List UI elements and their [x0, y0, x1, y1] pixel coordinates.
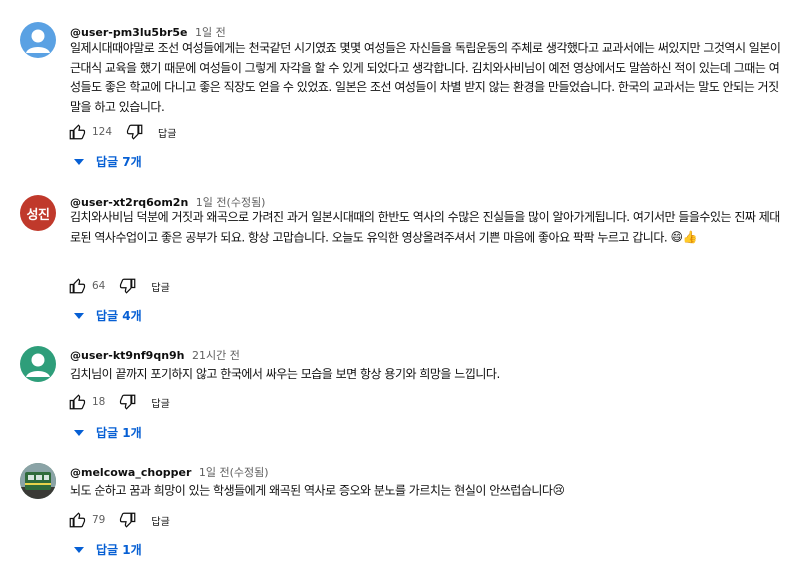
caret-down-icon — [74, 158, 84, 166]
avatar-initials: 성진 — [26, 207, 50, 223]
author-name[interactable]: @user-kt9nf9qn9h — [70, 349, 185, 362]
default-user-icon — [26, 353, 50, 377]
default-user-icon — [26, 29, 50, 53]
thumbs-up-icon — [69, 512, 86, 528]
author-name[interactable]: @melcowa_chopper — [70, 466, 191, 479]
like-button[interactable] — [68, 393, 86, 411]
comment-actions: 18 답글 — [68, 392, 170, 412]
replies-count-label: 답글 4개 — [96, 309, 142, 323]
comment-text-content: 뇌도 순하고 꿈과 희망이 있는 학생들에게 왜곡된 역사로 증오와 분노를 가… — [70, 483, 553, 498]
comment-time[interactable]: 1일 전 — [195, 26, 226, 39]
comment-text: 뇌도 순하고 꿈과 희망이 있는 학생들에게 왜곡된 역사로 증오와 분노를 가… — [70, 481, 782, 501]
comment-header: @user-pm3lu5br5e 1일 전 — [70, 24, 226, 40]
view-replies-button[interactable]: 답글 1개 — [74, 541, 142, 558]
like-button[interactable] — [68, 123, 86, 141]
caret-down-icon — [74, 429, 84, 437]
dislike-button[interactable] — [119, 511, 137, 529]
comment-text: 김치님이 끝까지 포기하지 않고 한국에서 싸우는 모습을 보면 항상 용기와 … — [70, 367, 500, 381]
view-replies-button[interactable]: 답글 4개 — [74, 307, 142, 324]
comment-actions: 79 답글 — [68, 510, 170, 530]
emoji: 😄👍 — [670, 229, 698, 244]
dislike-button[interactable] — [119, 393, 137, 411]
comment-text: 김치와사비님 덕분에 거짓과 왜곡으로 가려진 과거 일본시대때의 한반도 역사… — [70, 208, 782, 247]
avatar[interactable] — [20, 463, 56, 499]
caret-down-icon — [74, 546, 84, 554]
comment-actions: 64 답글 — [68, 276, 170, 296]
comment-header: @melcowa_chopper 1일 전(수정됨) — [70, 464, 269, 480]
thumbs-down-icon — [120, 394, 136, 410]
like-count: 124 — [92, 126, 113, 138]
train-photo-icon — [20, 463, 56, 499]
replies-count-label: 답글 1개 — [96, 543, 142, 557]
comment-text: 일제시대때야말로 조선 여성들에게는 천국같던 시기였죠 몇몇 여성들은 자신들… — [70, 41, 781, 114]
emoji: 😢 — [552, 483, 565, 497]
like-count: 79 — [92, 514, 106, 526]
thumbs-up-icon — [69, 124, 86, 140]
thumbs-up-icon — [69, 278, 86, 294]
thumbs-down-icon — [126, 124, 143, 140]
view-replies-button[interactable]: 답글 7개 — [74, 153, 142, 170]
caret-down-icon — [74, 312, 84, 320]
like-button[interactable] — [68, 277, 86, 295]
reply-button[interactable]: 답글 — [151, 395, 169, 410]
avatar[interactable]: 성진 — [20, 195, 56, 231]
author-name[interactable]: @user-pm3lu5br5e — [70, 26, 188, 39]
like-count: 18 — [92, 396, 106, 408]
thumbs-up-icon — [69, 394, 86, 410]
view-replies-button[interactable]: 답글 1개 — [74, 424, 142, 441]
reply-button[interactable]: 답글 — [151, 279, 169, 294]
dislike-button[interactable] — [119, 277, 137, 295]
comment-time[interactable]: 1일 전(수정됨) — [199, 466, 269, 479]
reply-button[interactable]: 답글 — [158, 125, 176, 140]
like-count: 64 — [92, 280, 106, 292]
comment-time[interactable]: 21시간 전 — [192, 349, 240, 362]
thumbs-down-icon — [120, 278, 136, 294]
comment-header: @user-kt9nf9qn9h 21시간 전 — [70, 347, 240, 363]
avatar[interactable] — [20, 22, 56, 58]
like-button[interactable] — [68, 511, 86, 529]
dislike-button[interactable] — [126, 123, 144, 141]
replies-count-label: 답글 1개 — [96, 426, 142, 440]
replies-count-label: 답글 7개 — [96, 155, 142, 169]
reply-button[interactable]: 답글 — [151, 513, 169, 528]
thumbs-down-icon — [120, 512, 136, 528]
avatar[interactable] — [20, 346, 56, 382]
comment-actions: 124 답글 — [68, 122, 176, 142]
